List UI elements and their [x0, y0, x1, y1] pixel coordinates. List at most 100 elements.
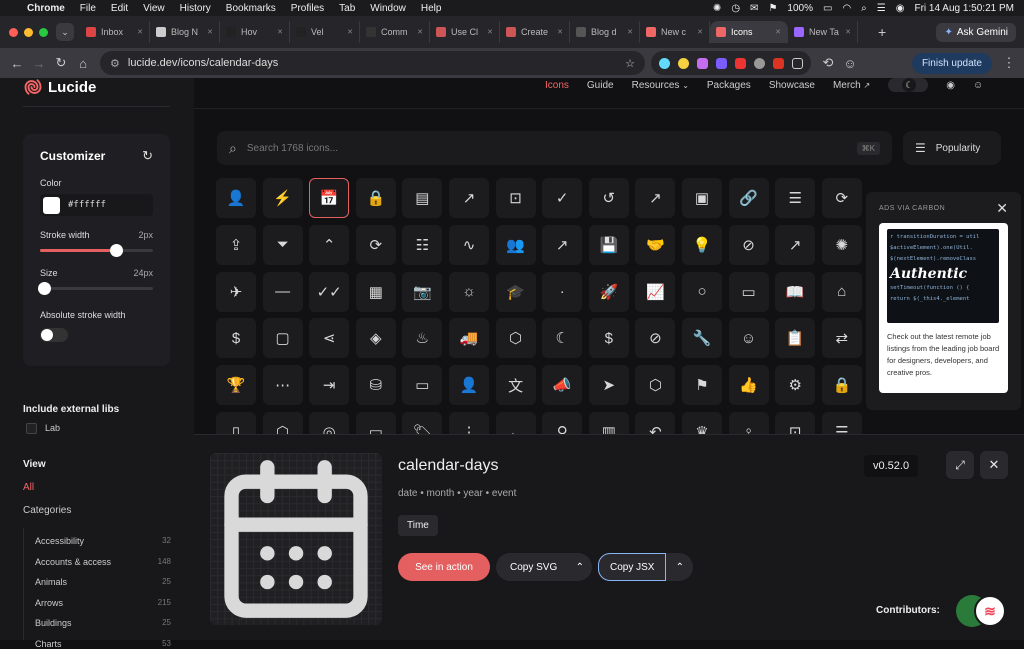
size-slider[interactable] [38, 278, 153, 298]
nav-merch[interactable]: Merch ↗ [833, 80, 870, 91]
icon-grid-item[interactable]: ✈ [216, 271, 256, 312]
mail-status-icon[interactable]: ✉ [750, 3, 758, 14]
browser-tab[interactable]: Use Cl ✕ [430, 21, 500, 43]
menu-window[interactable]: Window [370, 3, 406, 14]
icon-grid-item[interactable]: ▥ [588, 412, 629, 436]
ad-card[interactable]: r transitionDuration = util $activeEleme… [879, 223, 1008, 393]
carbon-ad[interactable]: ADS VIA CARBON ✕ r transitionDuration = … [866, 192, 1021, 410]
close-tab-icon[interactable]: ✕ [627, 28, 633, 36]
close-tab-icon[interactable]: ✕ [207, 28, 213, 36]
icon-grid-item[interactable]: 文 [495, 365, 536, 406]
icon-grid-item[interactable]: ⛁ [355, 365, 396, 406]
browser-tab[interactable]: Create ✕ [500, 21, 570, 43]
icon-grid-item[interactable]: ✓ [542, 178, 583, 218]
clock-status-icon[interactable]: ◷ [731, 3, 740, 14]
icon-grid-item[interactable]: ☼ [449, 271, 489, 312]
icon-grid-item[interactable]: ◈ [355, 318, 396, 359]
icon-grid-item[interactable]: ⋮ [449, 412, 489, 436]
browser-tab[interactable]: Hov ✕ [220, 21, 290, 43]
bookmark-star-icon[interactable]: ☆ [625, 57, 635, 70]
icon-grid-item[interactable]: ⇪ [216, 224, 256, 265]
close-ad-icon[interactable]: ✕ [996, 200, 1008, 217]
absolute-stroke-toggle[interactable] [40, 328, 68, 342]
icon-grid-item[interactable]: 🚚 [449, 318, 489, 359]
icon-grid-item[interactable]: ♀ [728, 412, 769, 436]
icon-grid-item[interactable]: 🔒 [355, 178, 396, 218]
icon-grid-item[interactable]: ⚲ [542, 412, 583, 436]
browser-tab[interactable]: New Ta ✕ [788, 21, 858, 43]
icon-grid-item[interactable]: ▤ [402, 178, 443, 218]
icon-grid-item[interactable]: ⬡ [495, 318, 536, 359]
icon-grid-item[interactable]: 🔗 [728, 178, 769, 218]
category-item[interactable]: Accounts & access 148 [35, 557, 171, 567]
menu-bookmarks[interactable]: Bookmarks [226, 3, 276, 14]
color-input[interactable]: #ffffff [40, 194, 153, 216]
sort-dropdown[interactable]: ☰ Popularity [903, 131, 1001, 165]
close-tab-icon[interactable]: ✕ [487, 28, 493, 36]
icon-grid-item[interactable]: $ [588, 318, 629, 359]
close-tab-icon[interactable]: ✕ [137, 28, 143, 36]
browser-tab[interactable]: Icons ✕ [710, 21, 788, 43]
browser-tab[interactable]: Vel ✕ [290, 21, 360, 43]
nav-icons[interactable]: Icons [545, 80, 569, 91]
icon-grid-item[interactable]: 📷 [402, 271, 443, 312]
nav-showcase[interactable]: Showcase [769, 80, 815, 91]
battery-icon[interactable]: ▭ [823, 3, 832, 14]
icon-grid-item[interactable]: 🏷 [402, 412, 443, 436]
icon-grid-item[interactable]: ☾ [542, 318, 583, 359]
icon-grid-item[interactable]: ↗ [635, 178, 676, 218]
icon-grid-item[interactable]: ⬡ [262, 412, 303, 436]
extensions-puzzle-icon[interactable] [792, 57, 803, 69]
menu-history[interactable]: History [180, 3, 211, 14]
extension-rainbow-icon[interactable] [697, 57, 708, 69]
nav-guide[interactable]: Guide [587, 80, 614, 91]
minimize-window-button[interactable] [24, 27, 33, 37]
icon-grid-item[interactable]: 🚀 [588, 271, 629, 312]
icon-grid-item[interactable]: ▯ [216, 412, 256, 436]
icon-grid-item[interactable]: ○ [682, 271, 722, 312]
category-item[interactable]: Accessibility 32 [35, 536, 171, 546]
icon-search-input[interactable]: ⌕ Search 1768 icons... ⌘K [217, 131, 892, 165]
icon-grid-item[interactable]: · [542, 271, 583, 312]
menu-help[interactable]: Help [421, 3, 442, 14]
icon-grid-item[interactable]: ↶ [635, 412, 676, 436]
spotlight-icon[interactable]: ⌕ [861, 3, 867, 14]
close-tab-icon[interactable]: ✕ [277, 28, 283, 36]
icon-grid-item[interactable]: ▦ [355, 271, 396, 312]
stroke-slider-knob[interactable] [109, 244, 123, 257]
finish-update-button[interactable]: Finish update [911, 52, 992, 74]
github-icon[interactable]: ◉ [946, 80, 955, 91]
menu-app-name[interactable]: Chrome [27, 3, 65, 14]
icon-grid-item[interactable]: ▭ [728, 271, 769, 312]
category-item[interactable]: Charts 53 [35, 639, 171, 649]
icon-grid-item[interactable]: ⟳ [355, 224, 396, 265]
extension-purple-icon[interactable] [716, 57, 727, 69]
icon-grid-item[interactable]: ⌂ [821, 271, 862, 312]
browser-tab[interactable]: Blog d ✕ [570, 21, 640, 43]
close-tab-icon[interactable]: ✕ [845, 28, 851, 36]
icon-grid-item[interactable]: ✓✓ [309, 271, 350, 312]
menu-file[interactable]: File [80, 3, 96, 14]
icon-grid-item[interactable]: 👥 [495, 224, 536, 265]
icon-grid-item[interactable]: ♛ [682, 412, 722, 436]
icon-grid-item[interactable]: $ [216, 318, 256, 359]
contributor-avatar[interactable]: ≋ [974, 595, 1006, 627]
menu-view[interactable]: View [143, 3, 165, 14]
extension-compass-icon[interactable] [754, 57, 765, 69]
browser-tab[interactable]: Inbox ✕ [80, 21, 150, 43]
extension-tv-icon[interactable] [773, 57, 784, 69]
icon-grid-item[interactable]: ◎ [309, 412, 350, 436]
close-tab-icon[interactable]: ✕ [557, 28, 563, 36]
lab-checkbox[interactable] [26, 423, 37, 434]
icon-grid-item[interactable]: ⊡ [775, 412, 816, 436]
icon-grid-item[interactable]: ↺ [588, 178, 629, 218]
browser-tab[interactable]: Blog N ✕ [150, 21, 220, 43]
icon-grid-item[interactable]: ☷ [402, 224, 443, 265]
browser-tab[interactable]: New c ✕ [640, 21, 710, 43]
icon-grid-item[interactable]: ✺ [821, 224, 862, 265]
icon-grid-item[interactable]: ☺ [728, 318, 769, 359]
icon-grid-item[interactable]: 📈 [635, 271, 676, 312]
extension-red-icon[interactable] [735, 57, 746, 69]
browser-tab[interactable]: Comm ✕ [360, 21, 430, 43]
icon-grid-item[interactable]: 👤 [449, 365, 489, 406]
